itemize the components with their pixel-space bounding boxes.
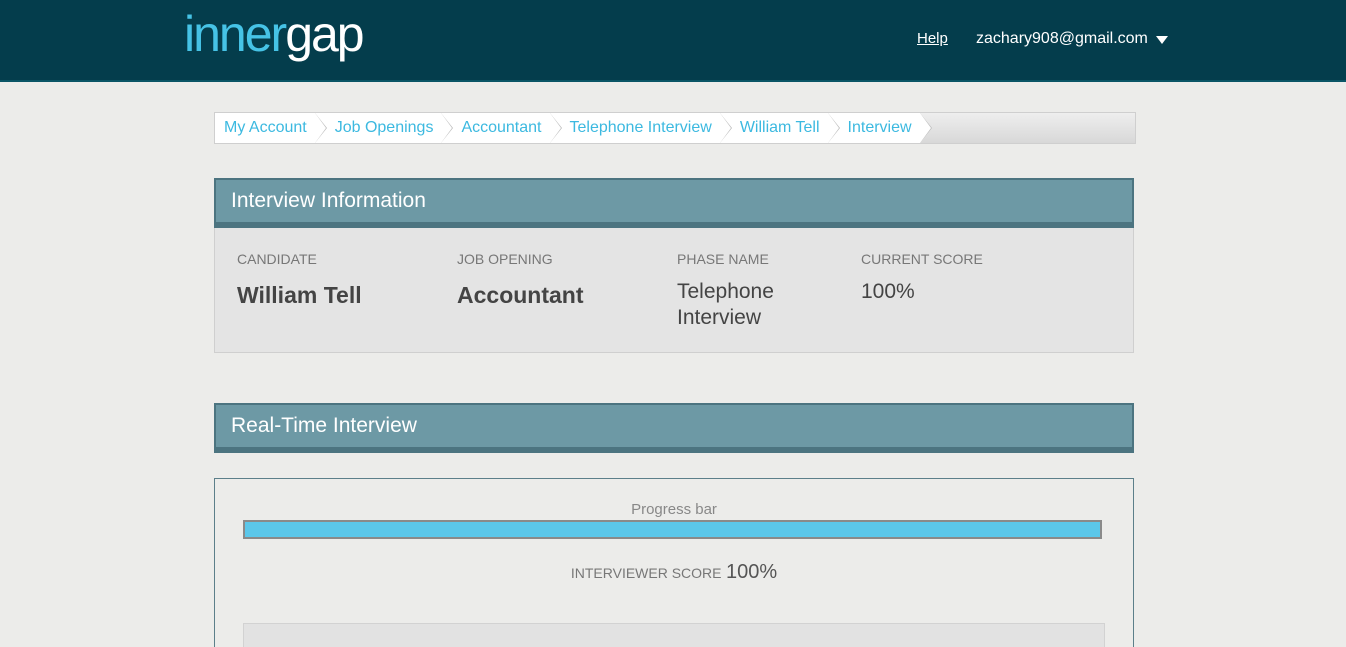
help-link[interactable]: Help bbox=[917, 30, 948, 47]
phase-name-line: Interview bbox=[677, 306, 762, 329]
breadcrumb-separator-fill bbox=[827, 113, 839, 143]
section-title: Interview Information bbox=[231, 189, 426, 212]
breadcrumb-label: Job Openings bbox=[334, 119, 434, 136]
interview-content-panel bbox=[243, 623, 1105, 647]
phase-name-field: PHASE NAME Telephone Interview bbox=[677, 251, 774, 331]
breadcrumb-separator-fill bbox=[719, 113, 731, 143]
real-time-interview-header: Real-Time Interview bbox=[214, 403, 1134, 453]
breadcrumb-separator-fill bbox=[919, 113, 931, 143]
current-score-label: CURRENT SCORE bbox=[861, 251, 983, 267]
interview-information-panel: CANDIDATE William Tell JOB OPENING Accou… bbox=[214, 228, 1134, 353]
user-account-menu[interactable]: zachary908@gmail.com bbox=[976, 30, 1168, 48]
breadcrumb-separator-fill bbox=[549, 113, 561, 143]
breadcrumb-label: My Account bbox=[224, 119, 307, 136]
real-time-interview-panel: Progress bar INTERVIEWER SCORE 100% bbox=[214, 478, 1134, 647]
interviewer-score: INTERVIEWER SCORE 100% bbox=[215, 561, 1133, 584]
section-title: Real-Time Interview bbox=[231, 414, 417, 437]
breadcrumb-separator-fill bbox=[441, 113, 453, 143]
job-opening-value: Accountant bbox=[457, 282, 584, 308]
logo-text-gap: gap bbox=[285, 6, 364, 62]
breadcrumb-item-job-openings[interactable]: Job Openings bbox=[314, 113, 454, 143]
phase-name-value: Telephone Interview bbox=[677, 279, 774, 331]
breadcrumb-item-accountant[interactable]: Accountant bbox=[441, 113, 562, 143]
breadcrumb-item-interview[interactable]: Interview bbox=[827, 113, 932, 143]
innergap-logo[interactable]: innergap bbox=[184, 4, 365, 64]
breadcrumb-item-telephone-interview[interactable]: Telephone Interview bbox=[549, 113, 732, 143]
job-opening-label: JOB OPENING bbox=[457, 251, 553, 267]
user-email: zachary908@gmail.com bbox=[976, 30, 1148, 47]
candidate-field: CANDIDATE William Tell bbox=[237, 251, 362, 309]
current-score-value: 100% bbox=[861, 280, 915, 303]
progress-bar-fill bbox=[245, 522, 1100, 537]
top-navigation-bar: innergap Help zachary908@gmail.com bbox=[0, 0, 1346, 82]
interviewer-score-value: 100% bbox=[725, 561, 778, 583]
interview-information-header: Interview Information bbox=[214, 178, 1134, 228]
breadcrumb: My Account Job Openings Accountant Telep… bbox=[214, 112, 1136, 144]
candidate-value: William Tell bbox=[237, 282, 362, 308]
breadcrumb-label: Accountant bbox=[461, 119, 542, 136]
current-score-field: CURRENT SCORE 100% bbox=[861, 251, 983, 305]
breadcrumb-label: William Tell bbox=[739, 119, 820, 136]
logo-text-inner: inner bbox=[184, 6, 287, 62]
job-opening-field: JOB OPENING Accountant bbox=[457, 251, 584, 309]
phase-name-line: Telephone bbox=[677, 280, 774, 303]
breadcrumb-item-my-account[interactable]: My Account bbox=[215, 113, 327, 143]
breadcrumb-label: Telephone Interview bbox=[569, 119, 712, 136]
phase-name-label: PHASE NAME bbox=[677, 251, 769, 267]
breadcrumb-item-william-tell[interactable]: William Tell bbox=[719, 113, 840, 143]
progress-bar bbox=[243, 520, 1102, 539]
breadcrumb-separator-fill bbox=[314, 113, 326, 143]
progress-bar-label: Progress bar bbox=[631, 501, 717, 518]
interviewer-score-label: INTERVIEWER SCORE bbox=[570, 565, 722, 581]
breadcrumb-label: Interview bbox=[847, 119, 912, 136]
caret-down-icon bbox=[1155, 36, 1168, 44]
candidate-label: CANDIDATE bbox=[237, 251, 317, 267]
